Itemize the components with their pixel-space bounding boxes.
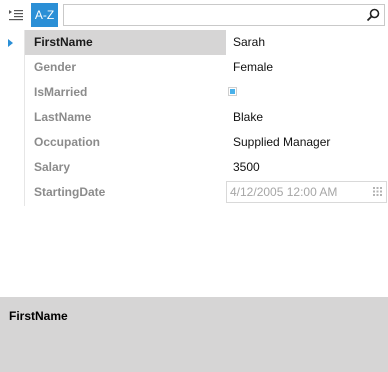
property-name: FirstName	[25, 30, 226, 55]
property-value[interactable]: 3500	[226, 155, 388, 180]
property-name: LastName	[34, 110, 92, 124]
property-name: Occupation	[34, 135, 101, 149]
property-grid: FirstName Sarah Gender Female IsMarried …	[0, 30, 388, 206]
property-row-occupation[interactable]: Occupation Supplied Manager	[0, 130, 388, 155]
property-row-firstname[interactable]: FirstName Sarah	[0, 30, 388, 55]
categorize-button[interactable]	[4, 3, 28, 27]
description-title: FirstName	[9, 309, 68, 323]
property-row-ismarried[interactable]: IsMarried	[0, 80, 388, 105]
sort-alphabetical-button[interactable]: A-Z	[31, 3, 58, 27]
property-grid-toolbar: A-Z	[0, 0, 388, 30]
calendar-grid-icon[interactable]	[373, 187, 382, 196]
property-name: Salary	[34, 160, 71, 174]
property-value[interactable]: Female	[226, 55, 388, 80]
property-row-gender[interactable]: Gender Female	[0, 55, 388, 80]
property-name: Gender	[34, 60, 77, 74]
startingdate-picker[interactable]: 4/12/2005 12:00 AM	[226, 181, 387, 203]
search-box[interactable]	[63, 4, 385, 26]
ismarried-checkbox[interactable]	[228, 87, 237, 96]
property-value[interactable]: Sarah	[226, 30, 388, 55]
current-row-indicator-icon	[8, 39, 13, 47]
property-row-lastname[interactable]: LastName Blake	[0, 105, 388, 130]
categorized-list-icon	[9, 10, 23, 21]
search-icon[interactable]	[366, 8, 380, 22]
property-name: IsMarried	[34, 85, 88, 99]
property-value[interactable]: Blake	[226, 105, 388, 130]
search-input[interactable]	[68, 6, 362, 26]
description-panel: FirstName	[0, 297, 388, 372]
date-value: 4/12/2005 12:00 AM	[230, 185, 338, 199]
property-value[interactable]: Supplied Manager	[226, 130, 388, 155]
checkbox-checked-mark	[230, 89, 235, 94]
property-row-startingdate[interactable]: StartingDate 4/12/2005 12:00 AM	[0, 180, 388, 205]
property-row-salary[interactable]: Salary 3500	[0, 155, 388, 180]
property-name: StartingDate	[34, 185, 106, 199]
